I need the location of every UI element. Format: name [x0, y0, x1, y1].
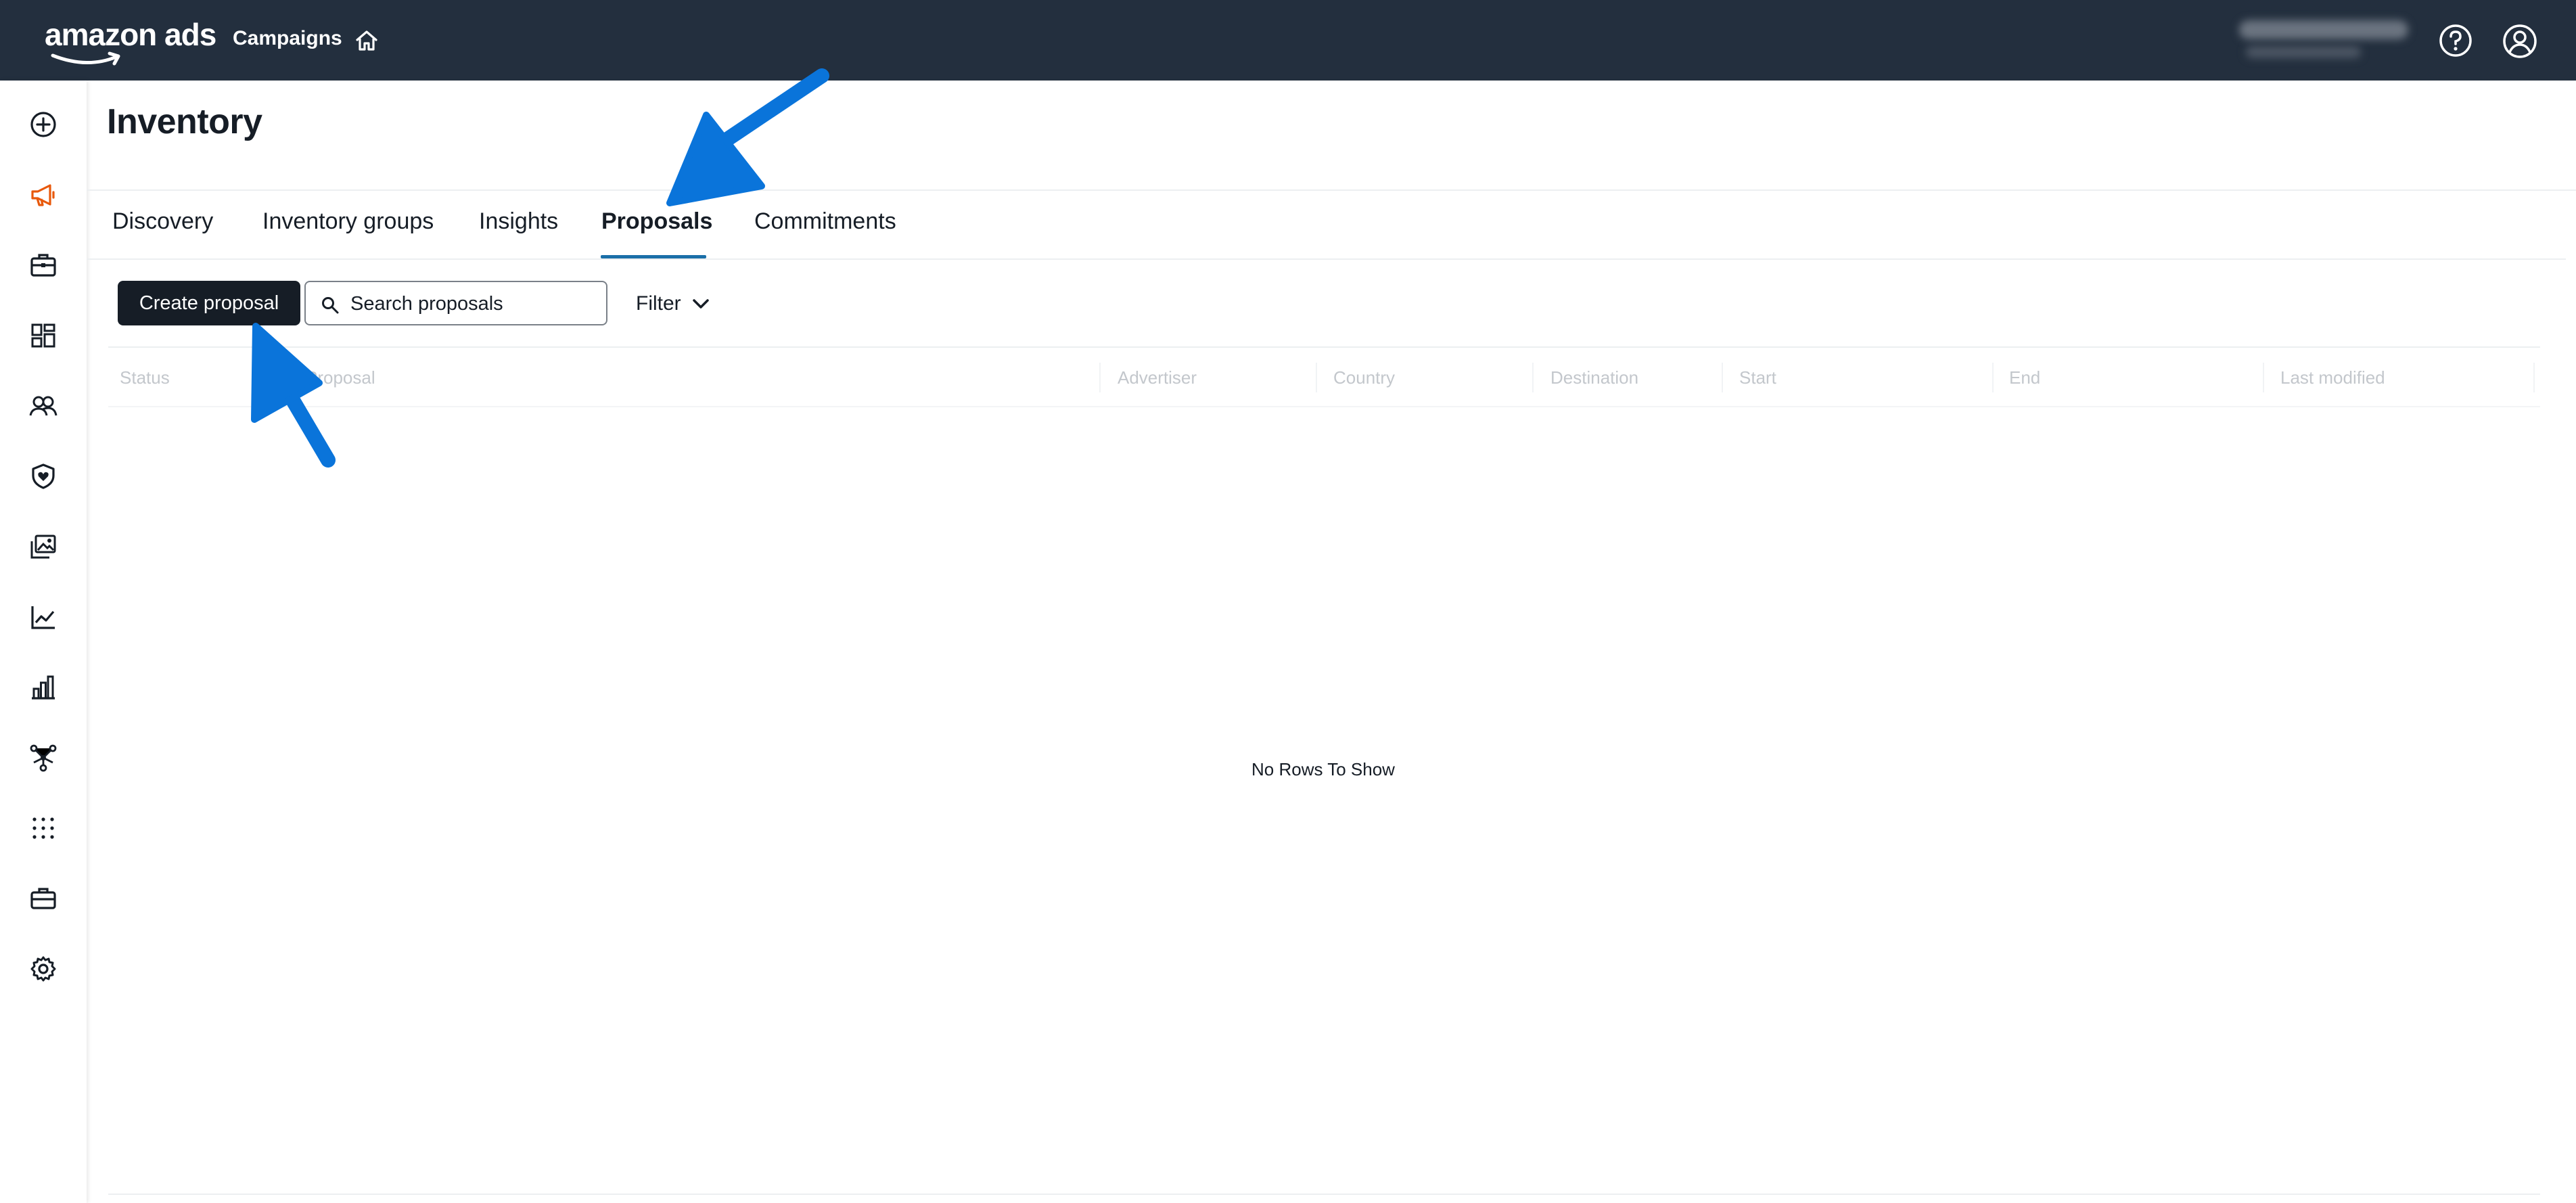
logo-text: amazon ads — [45, 17, 216, 52]
megaphone-icon[interactable] — [28, 180, 58, 210]
bar-chart-icon[interactable] — [28, 673, 58, 702]
search-input[interactable] — [350, 289, 594, 319]
account-switcher-blurred[interactable] — [2239, 18, 2415, 62]
briefcase-icon[interactable] — [28, 250, 58, 280]
line-chart-icon[interactable] — [28, 602, 58, 632]
column-header-proposal[interactable]: Proposal — [306, 367, 375, 388]
gear-icon[interactable] — [28, 954, 58, 984]
toolbox-icon[interactable] — [28, 884, 58, 913]
dashboard-icon[interactable] — [28, 321, 58, 350]
tabs-divider — [87, 258, 2566, 260]
help-icon[interactable] — [2438, 23, 2473, 58]
top-navigation-bar: amazon ads Campaigns — [0, 0, 2576, 81]
column-header-last-modified[interactable]: Last modified — [2280, 367, 2385, 388]
table-bottom-border — [108, 1194, 2540, 1195]
annotation-arrow-proposals-icon — [666, 68, 829, 206]
plus-circle-icon[interactable] — [28, 110, 58, 139]
nav-campaigns-link[interactable]: Campaigns — [233, 27, 342, 50]
title-divider — [87, 189, 2576, 191]
chevron-down-icon — [692, 299, 709, 309]
table-header-border — [108, 406, 2540, 407]
people-icon[interactable] — [28, 391, 58, 421]
annotation-arrow-create-icon — [251, 323, 336, 468]
search-icon — [322, 297, 339, 314]
column-header-start[interactable]: Start — [1739, 367, 1776, 388]
filter-label: Filter — [636, 292, 681, 315]
column-header-advertiser[interactable]: Advertiser — [1118, 367, 1197, 388]
table-top-border — [108, 346, 2540, 348]
column-header-destination[interactable]: Destination — [1550, 367, 1638, 388]
left-sidebar — [0, 81, 87, 1203]
search-proposals-field[interactable] — [304, 281, 607, 325]
empty-table-message: No Rows To Show — [1251, 759, 1395, 779]
network-icon[interactable] — [28, 743, 58, 773]
column-header-status[interactable]: Status — [120, 367, 170, 388]
home-icon[interactable] — [353, 27, 380, 54]
amazon-ads-logo[interactable]: amazon ads — [45, 16, 216, 66]
tab-commitments[interactable]: Commitments — [754, 208, 896, 235]
tab-proposals[interactable]: Proposals — [601, 208, 712, 235]
amazon-smile-icon — [51, 51, 120, 66]
tab-discovery[interactable]: Discovery — [112, 208, 213, 235]
column-header-end[interactable]: End — [2009, 367, 2040, 388]
column-header-country[interactable]: Country — [1333, 367, 1395, 388]
tab-insights[interactable]: Insights — [479, 208, 558, 235]
shield-heart-icon[interactable] — [28, 461, 58, 491]
apps-grid-icon[interactable] — [28, 813, 58, 843]
images-icon[interactable] — [28, 532, 58, 562]
filter-dropdown[interactable]: Filter — [636, 289, 711, 319]
page-title: Inventory — [107, 102, 262, 141]
tab-inventory-groups[interactable]: Inventory groups — [262, 208, 434, 235]
create-proposal-button[interactable]: Create proposal — [118, 281, 300, 325]
user-account-icon[interactable] — [2502, 23, 2538, 60]
